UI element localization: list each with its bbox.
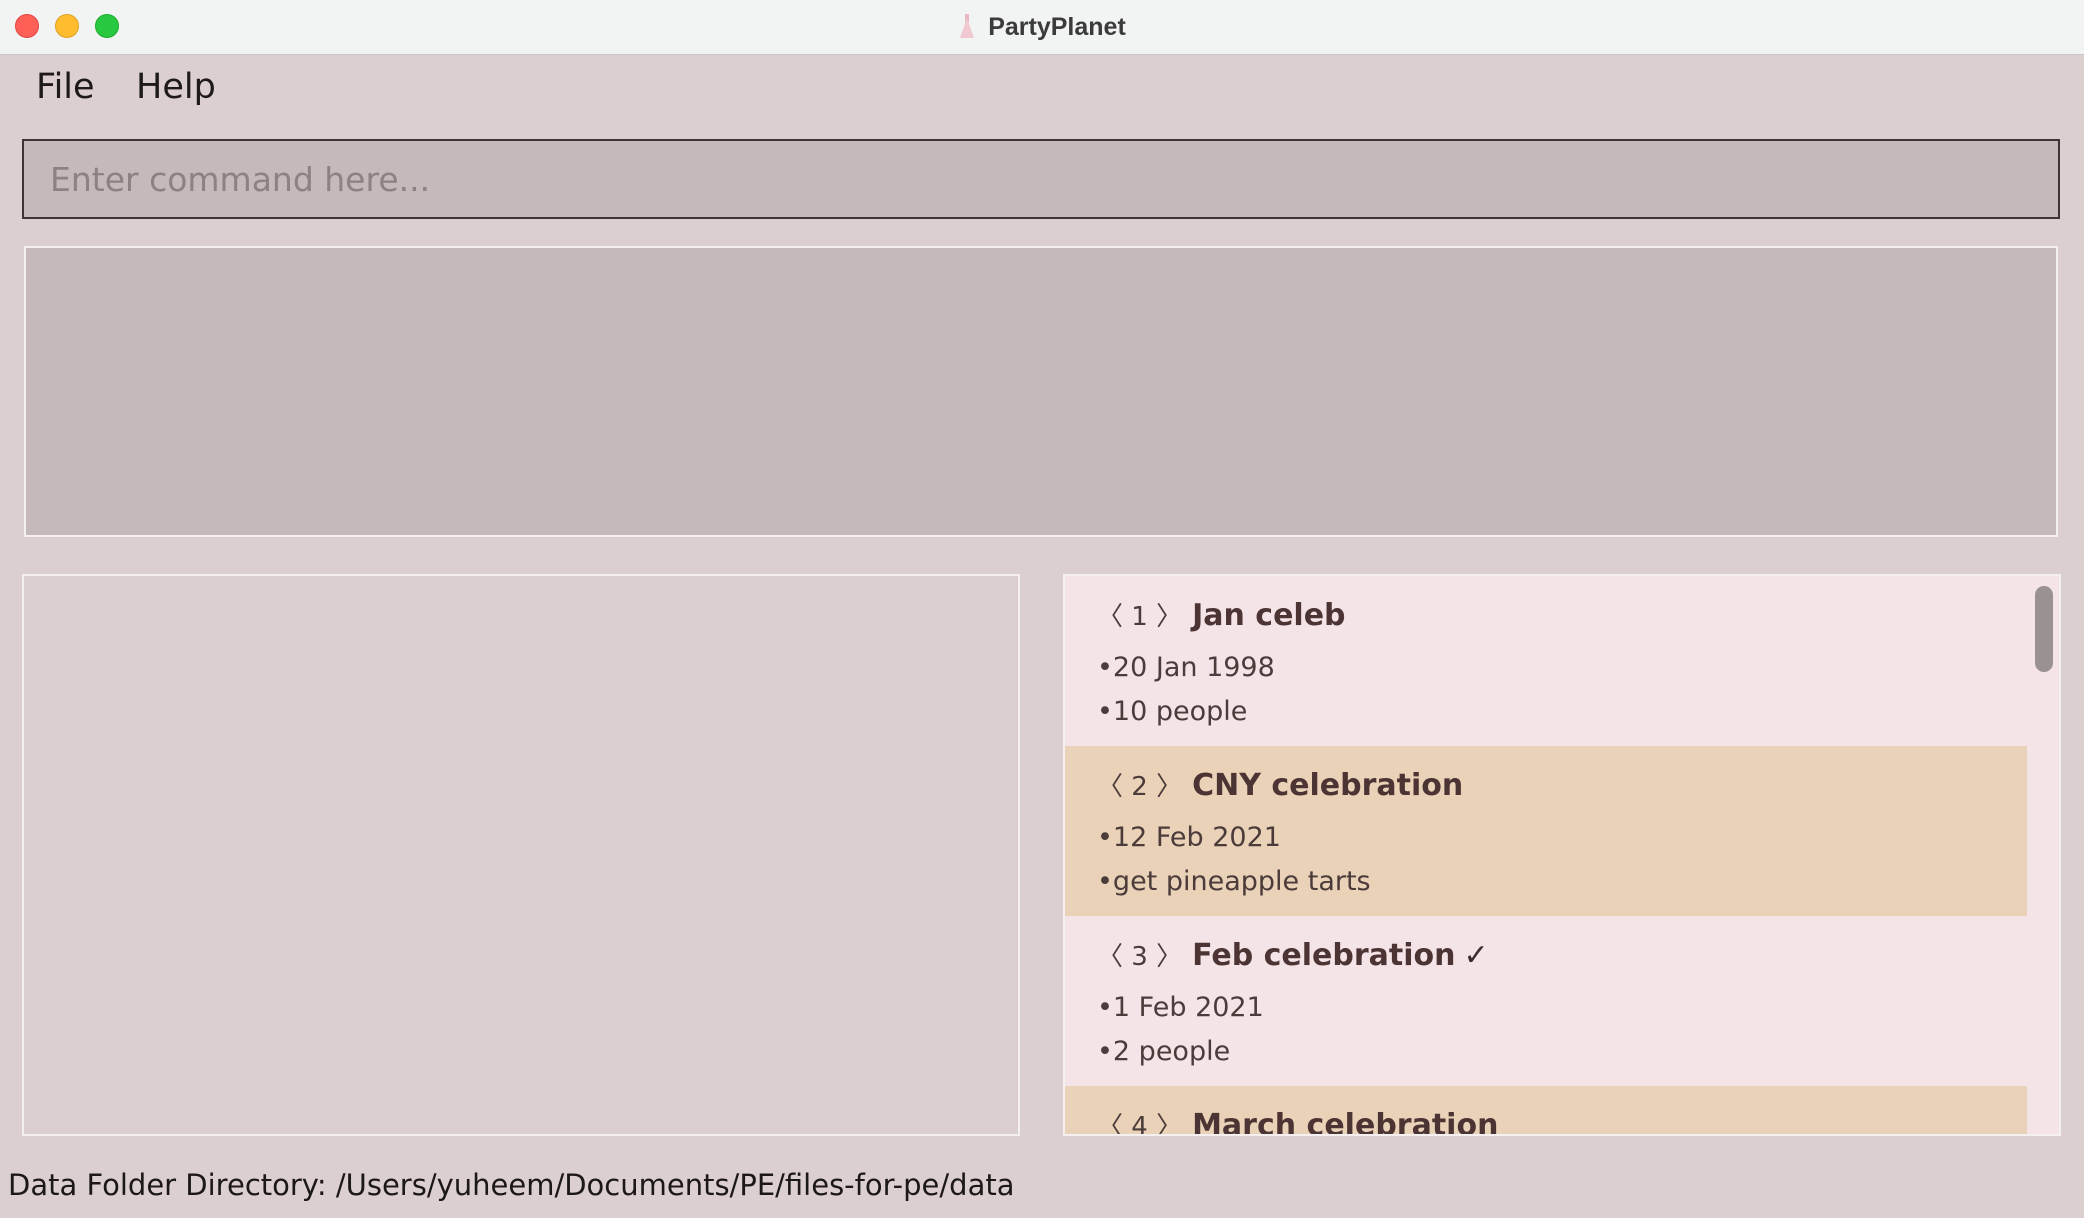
result-display	[24, 246, 2058, 537]
event-index: 〈 3 〉	[1097, 942, 1183, 972]
person-list-panel	[22, 574, 1020, 1136]
menu-bar: File Help	[0, 55, 2084, 131]
menu-file[interactable]: File	[36, 67, 95, 107]
event-date: •20 Jan 1998	[1097, 652, 1275, 683]
event-list-scrollbar[interactable]	[2027, 576, 2059, 1134]
title-bar: PartyPlanet	[0, 0, 2084, 55]
event-list: 〈 1 〉 Jan celeb •20 Jan 1998 •10 people …	[1065, 576, 2029, 1136]
event-name: Feb celebration	[1192, 938, 1456, 973]
status-bar-data-folder: Data Folder Directory: /Users/yuheem/Doc…	[8, 1168, 1015, 1202]
event-card-header: 〈 3 〉 Feb celebration ✓	[1097, 936, 1489, 973]
event-index: 〈 1 〉	[1097, 602, 1183, 632]
window-title: PartyPlanet	[988, 12, 1126, 41]
event-card[interactable]: 〈 1 〉 Jan celeb •20 Jan 1998 •10 people	[1065, 576, 2029, 746]
event-date: •12 Feb 2021	[1097, 822, 1281, 853]
scrollbar-thumb[interactable]	[2035, 586, 2053, 672]
event-card-header: 〈 1 〉 Jan celeb	[1097, 596, 1354, 633]
command-box	[22, 139, 2060, 219]
event-card[interactable]: 〈 4 〉 March celebration	[1065, 1086, 2029, 1136]
command-input[interactable]	[24, 141, 2058, 217]
event-remark: •get pineapple tarts	[1097, 866, 1371, 897]
title-container: PartyPlanet	[0, 0, 2084, 54]
event-index: 〈 4 〉	[1097, 1112, 1183, 1136]
app-window: PartyPlanet File Help 〈 1 〉 Jan celeb •2…	[0, 0, 2084, 1218]
event-name: March celebration	[1192, 1108, 1499, 1136]
event-remark: •2 people	[1097, 1036, 1231, 1067]
done-check-icon: ✓	[1463, 938, 1489, 973]
event-list-panel: 〈 1 〉 Jan celeb •20 Jan 1998 •10 people …	[1063, 574, 2061, 1136]
event-name: Jan celeb	[1192, 598, 1346, 633]
menu-help[interactable]: Help	[136, 67, 216, 107]
event-card[interactable]: 〈 3 〉 Feb celebration ✓ •1 Feb 2021 •2 p…	[1065, 916, 2029, 1086]
event-card-header: 〈 2 〉 CNY celebration	[1097, 766, 1471, 803]
event-remark: •10 people	[1097, 696, 1248, 727]
event-card[interactable]: 〈 2 〉 CNY celebration •12 Feb 2021 •get …	[1065, 746, 2029, 916]
event-date: •1 Feb 2021	[1097, 992, 1264, 1023]
event-card-header: 〈 4 〉 March celebration	[1097, 1106, 1506, 1136]
event-index: 〈 2 〉	[1097, 772, 1183, 802]
party-flask-icon	[958, 14, 976, 40]
event-name: CNY celebration	[1192, 768, 1464, 803]
